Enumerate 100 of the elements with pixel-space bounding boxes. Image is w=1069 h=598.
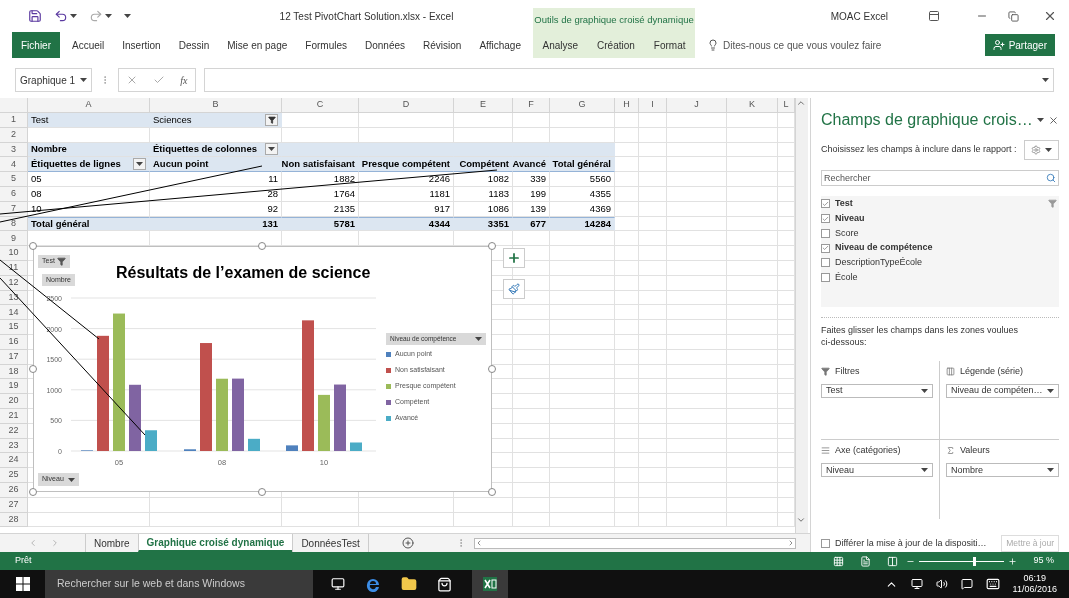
row-number[interactable]: 14 (0, 305, 28, 321)
column-header[interactable]: G (550, 98, 615, 113)
network-icon[interactable] (910, 578, 923, 590)
zoom-in-icon[interactable] (1008, 556, 1018, 566)
name-box[interactable]: Graphique 1 (15, 68, 92, 92)
undo-icon[interactable] (54, 9, 68, 23)
redo-icon[interactable] (89, 9, 103, 23)
checkbox[interactable] (821, 243, 830, 253)
resize-handle[interactable] (258, 488, 266, 496)
area-field[interactable]: Test (821, 384, 933, 399)
ribbon-tab[interactable]: Accueil (72, 32, 105, 58)
checkbox[interactable] (821, 539, 830, 548)
tools-button[interactable] (1024, 140, 1059, 160)
chart-styles-button[interactable] (503, 279, 525, 299)
restore-icon[interactable] (1008, 10, 1019, 22)
page-layout-icon[interactable] (860, 555, 872, 567)
column-header[interactable]: A (28, 98, 150, 113)
column-header[interactable]: L (778, 98, 795, 113)
scroll-right-icon[interactable] (787, 539, 795, 547)
resize-handle[interactable] (488, 365, 496, 373)
file-tab[interactable]: Fichier (12, 32, 60, 58)
field-label[interactable]: Score (835, 226, 859, 241)
share-button[interactable]: Partager (984, 34, 1055, 56)
row-number[interactable]: 15 (0, 320, 28, 335)
ribbon-tab[interactable]: Formules (305, 32, 347, 58)
page-break-icon[interactable] (887, 555, 899, 567)
area-field[interactable]: Nombre (946, 463, 1059, 478)
sheet-tab[interactable]: Graphique croisé dynamique (137, 534, 293, 552)
checkbox[interactable] (821, 214, 830, 223)
browser-icon[interactable] (365, 576, 381, 592)
notifications-icon[interactable] (960, 578, 973, 590)
resize-handle[interactable] (29, 365, 37, 373)
resize-handle[interactable] (29, 242, 37, 250)
area-field[interactable]: Niveau (821, 463, 933, 478)
close-icon[interactable] (1048, 114, 1059, 126)
ribbon-tab[interactable]: Insertion (122, 32, 161, 58)
ribbon-tab[interactable]: Dessin (178, 32, 210, 58)
new-sheet-icon[interactable] (402, 537, 415, 549)
save-icon[interactable] (28, 9, 42, 23)
column-header[interactable]: D (359, 98, 454, 113)
tell-me-field[interactable]: Dites-nous ce que vous voulez faire (723, 37, 882, 53)
resize-handle[interactable] (488, 242, 496, 250)
resize-handle[interactable] (258, 242, 266, 250)
store-icon[interactable] (437, 576, 452, 592)
chart-elements-button[interactable] (503, 248, 525, 268)
windows-logo-icon[interactable] (15, 577, 30, 591)
clock-date[interactable]: 11/06/2016 (1012, 584, 1057, 595)
checkbox[interactable] (821, 258, 830, 268)
row-number[interactable]: 24 (0, 453, 28, 469)
context-ribbon-tab[interactable]: Analyse (542, 32, 579, 58)
row-number[interactable]: 5 (0, 172, 28, 187)
column-header[interactable]: H (615, 98, 639, 113)
field-label[interactable]: Niveau (835, 211, 865, 226)
zoom-level[interactable]: 95 % (1033, 554, 1054, 568)
scroll-down-icon[interactable] (796, 515, 806, 525)
resize-handle[interactable] (29, 488, 37, 496)
ribbon-display-icon[interactable] (928, 10, 940, 22)
context-ribbon-tab[interactable]: Création (597, 32, 635, 58)
dropdown-button[interactable] (133, 158, 146, 171)
column-header[interactable]: E (454, 98, 513, 113)
normal-view-icon[interactable] (833, 555, 845, 567)
checkbox[interactable] (821, 273, 830, 283)
field-label[interactable]: École (835, 270, 858, 285)
filter-button[interactable] (265, 113, 278, 126)
keyboard-icon[interactable] (985, 577, 1000, 591)
context-ribbon-tab[interactable]: Format (653, 32, 686, 58)
field-label[interactable]: Test (835, 197, 853, 211)
column-header[interactable]: J (667, 98, 727, 113)
column-header[interactable]: F (513, 98, 550, 113)
close-icon[interactable] (1043, 9, 1057, 23)
row-number[interactable]: 1 (0, 113, 28, 128)
ribbon-tab[interactable]: Révision (423, 32, 462, 58)
vertical-scrollbar[interactable] (795, 98, 808, 533)
row-number[interactable]: 25 (0, 468, 28, 483)
horizontal-scrollbar[interactable] (473, 537, 796, 549)
insert-function-button[interactable]: fx (180, 72, 188, 88)
folder-icon[interactable] (401, 576, 417, 592)
checkbox[interactable] (821, 228, 830, 238)
spreadsheet-app-icon[interactable] (482, 576, 498, 592)
row-number[interactable]: 10 (0, 246, 28, 261)
checkbox[interactable] (821, 199, 830, 209)
row-number[interactable]: 20 (0, 394, 28, 409)
area-field[interactable]: Niveau de compéten… (946, 384, 1059, 399)
row-number[interactable]: 19 (0, 379, 28, 395)
slider-thumb[interactable] (973, 556, 977, 566)
resize-handle[interactable] (488, 488, 496, 496)
defer-label[interactable]: Différer la mise à jour de la dispositi… (835, 536, 987, 551)
column-header[interactable]: B (150, 98, 282, 113)
column-header[interactable]: I (639, 98, 667, 113)
taskbar-search-field[interactable]: Rechercher sur le web et dans Windows (45, 570, 313, 598)
ribbon-tab[interactable]: Données (365, 32, 406, 58)
field-label[interactable]: Niveau de compétence (835, 241, 933, 255)
ribbon-tab[interactable]: Affichage (479, 32, 521, 58)
enter-icon[interactable] (153, 74, 166, 86)
search-field[interactable]: Rechercher (821, 170, 1059, 186)
volume-icon[interactable] (935, 578, 948, 590)
field-label[interactable]: DescriptionTypeÉcole (835, 256, 923, 270)
ribbon-tab[interactable]: Mise en page (227, 32, 288, 58)
formula-input[interactable] (204, 68, 1054, 92)
scroll-up-icon[interactable] (796, 98, 806, 108)
